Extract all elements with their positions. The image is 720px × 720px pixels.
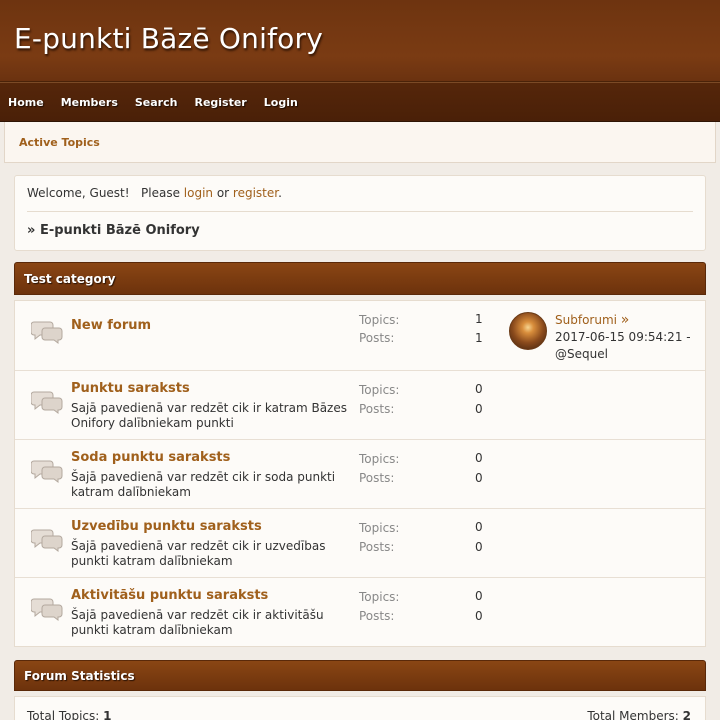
speech-bubbles-icon [31,529,63,552]
welcome-message: Welcome, Guest! Please login or register… [27,186,282,200]
last-post-author[interactable]: @Sequel [555,347,608,361]
speech-bubbles-icon [31,460,63,483]
total-topics: Total Topics: 1 [27,709,112,720]
board-row: Punktu saraksts Sajā pavedienā var redzē… [15,371,705,440]
nav-login[interactable]: Login [264,96,298,109]
total-members-value: 2 [682,709,691,720]
topics-count: 0 [475,382,483,396]
last-post-datetime: 2017-06-15 09:54:21 - [555,330,691,344]
main-nav: Home Members Search Register Login [0,82,720,122]
total-topics-value: 1 [103,709,112,720]
posts-label: Posts: [359,331,395,345]
login-link[interactable]: login [184,186,213,200]
board-description: Sajā pavedienā var redzēt cik ir katram … [71,401,347,430]
posts-count: 0 [475,540,483,554]
category-title[interactable]: Test category [24,272,115,286]
topics-label: Topics: [359,590,400,604]
topics-label: Topics: [359,521,400,535]
divider [27,211,693,212]
nav-home[interactable]: Home [8,96,44,109]
topics-label: Topics: [359,383,400,397]
posts-label: Posts: [359,609,395,623]
total-topics-label: Total Topics: [27,709,104,720]
board-title[interactable]: New forum [71,318,151,333]
board-title[interactable]: Soda punktu saraksts [71,450,230,465]
board-description: Šajā pavedienā var redzēt cik ir aktivit… [71,608,324,637]
board-title[interactable]: Uzvedību punktu saraksts [71,519,262,534]
posts-label: Posts: [359,540,395,554]
speech-bubbles-icon [31,598,63,621]
category-header[interactable]: Test category [14,262,706,295]
welcome-suffix: . [278,186,282,200]
topics-count: 0 [475,589,483,603]
avatar[interactable] [509,312,547,350]
topics-label: Topics: [359,452,400,466]
board-row: Uzvedību punktu saraksts Šajā pavedienā … [15,509,705,578]
welcome-or: or [213,186,233,200]
welcome-prefix: Welcome, Guest! Please [27,186,184,200]
stats-body: Total Topics: 1 Total Members: 2 [14,696,706,720]
breadcrumb: » E-punkti Bāzē Onifory [27,223,200,238]
stats-header[interactable]: Forum Statistics [14,660,706,691]
posts-count: 0 [475,471,483,485]
board-row: New forum Topics: 1 Posts: 1 Subforumi »… [15,301,705,371]
posts-count: 0 [475,402,483,416]
board-row: Aktivitāšu punktu saraksts Šajā pavedien… [15,578,705,646]
nav-members[interactable]: Members [61,96,118,109]
posts-count: 1 [475,331,483,345]
site-title[interactable]: E-punkti Bāzē Onifory [14,22,323,55]
breadcrumb-current[interactable]: E-punkti Bāzē Onifory [40,223,200,238]
breadcrumb-arrow: » [27,223,40,238]
total-members: Total Members: 2 [587,709,691,720]
nav-register[interactable]: Register [194,96,246,109]
posts-label: Posts: [359,471,395,485]
posts-count: 0 [475,609,483,623]
board-description: Šajā pavedienā var redzēt cik ir soda pu… [71,470,336,499]
site-header: E-punkti Bāzē Onifory [0,0,720,82]
speech-bubbles-icon [31,321,63,344]
topics-count: 1 [475,312,483,326]
topics-label: Topics: [359,313,400,327]
total-members-label: Total Members: [587,709,683,720]
topics-count: 0 [475,520,483,534]
last-post: Subforumi » 2017-06-15 09:54:21 - @Seque… [555,312,700,363]
stats-title: Forum Statistics [24,669,135,683]
welcome-box: Welcome, Guest! Please login or register… [14,175,706,251]
board-list: New forum Topics: 1 Posts: 1 Subforumi »… [14,300,706,647]
last-post-arrow-icon[interactable]: » [621,312,630,328]
posts-label: Posts: [359,402,395,416]
topics-count: 0 [475,451,483,465]
board-description: Šajā pavedienā var redzēt cik ir uzvedīb… [71,539,326,568]
active-topics-link[interactable]: Active Topics [19,136,100,149]
last-post-subject[interactable]: Subforumi [555,313,617,327]
board-title[interactable]: Aktivitāšu punktu saraksts [71,588,268,603]
nav-search[interactable]: Search [135,96,178,109]
board-title[interactable]: Punktu saraksts [71,381,190,396]
speech-bubbles-icon [31,391,63,414]
register-link[interactable]: register [233,186,278,200]
sub-nav: Active Topics [4,122,716,163]
board-row: Soda punktu saraksts Šajā pavedienā var … [15,440,705,509]
